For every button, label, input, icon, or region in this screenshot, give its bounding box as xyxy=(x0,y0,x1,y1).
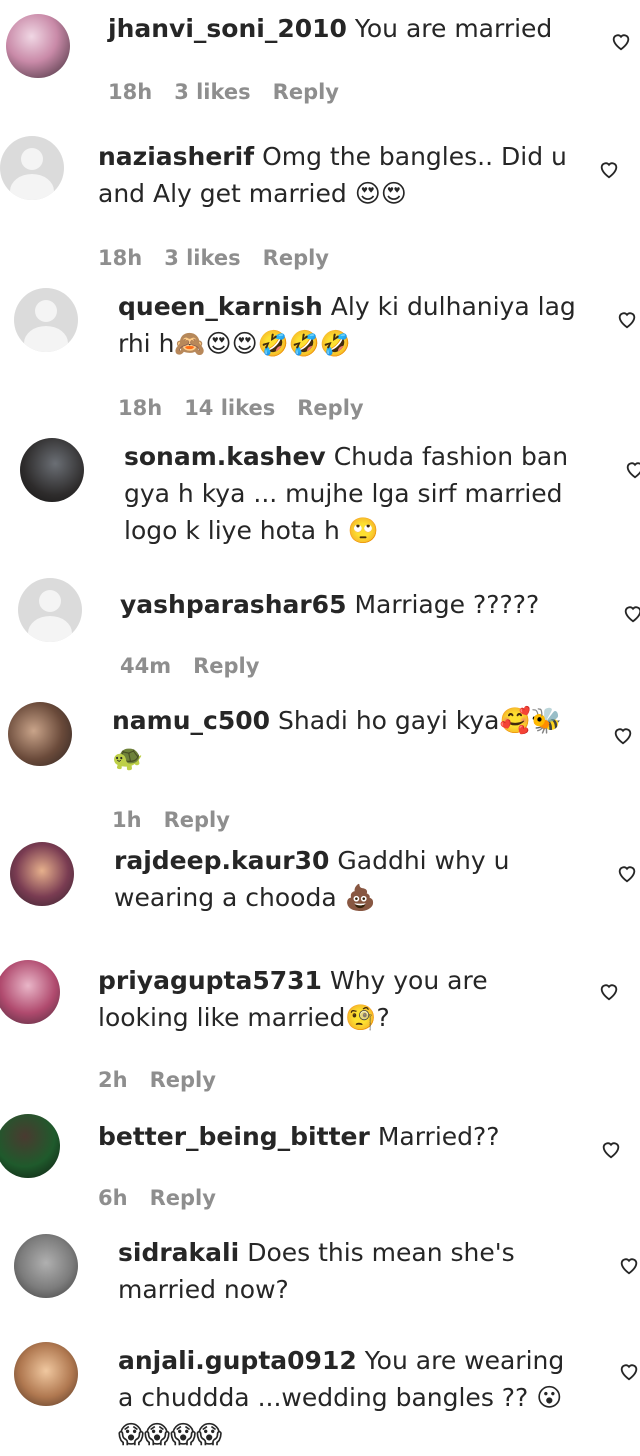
comment-meta: 44m Reply xyxy=(120,654,281,678)
comment-body: rajdeep.kaur30 Gaddhi why u wearing a cho… xyxy=(114,842,574,916)
heart-icon[interactable] xyxy=(622,602,640,624)
heart-icon[interactable] xyxy=(598,158,620,180)
comment-body: sidrakali Does this mean she's married no… xyxy=(118,1234,538,1308)
default-avatar-icon[interactable] xyxy=(0,136,64,200)
reply-button[interactable]: Reply xyxy=(150,1186,216,1210)
heart-icon[interactable] xyxy=(600,1138,622,1160)
comment-item: queen_karnish Aly ki dulhaniya lag rhi h🙈… xyxy=(0,286,640,436)
comment-item: anjali.gupta0912 You are wearing a chuddd… xyxy=(0,1340,640,1456)
comment-time: 18h xyxy=(118,396,163,420)
comment-meta: 2h Reply xyxy=(98,1068,238,1092)
comment-item: jhanvi_soni_2010 You are married 18h 3 lik… xyxy=(0,0,640,120)
comment-body: yashparashar65 Marriage ????? xyxy=(120,586,580,623)
comment-meta: 18h 14 likes Reply xyxy=(118,396,386,420)
comment-meta: 1h Reply xyxy=(112,808,252,832)
comment-body: queen_karnish Aly ki dulhaniya lag rhi h🙈… xyxy=(118,288,578,362)
comment-username[interactable]: anjali.gupta0912 xyxy=(118,1346,357,1375)
comment-likes[interactable]: 3 likes xyxy=(164,246,240,270)
avatar[interactable] xyxy=(6,14,70,78)
comment-username[interactable]: naziasherif xyxy=(98,142,254,171)
comment-item: better_being_bitter Married?? 6h Reply xyxy=(0,1106,640,1216)
comment-time: 18h xyxy=(108,80,153,104)
avatar[interactable] xyxy=(14,1234,78,1298)
avatar[interactable] xyxy=(10,842,74,906)
comment-item: yashparashar65 Marriage ????? 44m Reply xyxy=(0,578,640,688)
comment-body: anjali.gupta0912 You are wearing a chuddd… xyxy=(118,1342,578,1453)
comment-time: 44m xyxy=(120,654,172,678)
heart-icon[interactable] xyxy=(598,980,620,1002)
comment-item: sonam.kashev Chuda fashion ban gya h kya … xyxy=(0,436,640,566)
default-avatar-icon[interactable] xyxy=(18,578,82,642)
comment-time: 18h xyxy=(98,246,143,270)
default-avatar-icon[interactable] xyxy=(14,288,78,352)
comment-item: priyagupta5731 Why you are looking like m… xyxy=(0,958,640,1098)
comment-username[interactable]: priyagupta5731 xyxy=(98,966,322,995)
heart-icon[interactable] xyxy=(612,724,634,746)
comment-text: You are married xyxy=(354,14,553,43)
heart-icon[interactable] xyxy=(618,1360,640,1382)
comment-meta: 6h Reply xyxy=(98,1186,238,1210)
comment-username[interactable]: better_being_bitter xyxy=(98,1122,370,1151)
heart-icon[interactable] xyxy=(616,862,638,884)
heart-icon[interactable] xyxy=(610,30,632,52)
reply-button[interactable]: Reply xyxy=(263,246,329,270)
reply-button[interactable]: Reply xyxy=(150,1068,216,1092)
comment-time: 1h xyxy=(112,808,142,832)
comment-time: 6h xyxy=(98,1186,128,1210)
comment-item: naziasherif Omg the bangles.. Did u and A… xyxy=(0,128,640,278)
avatar[interactable] xyxy=(14,1342,78,1406)
comment-body: naziasherif Omg the bangles.. Did u and A… xyxy=(98,138,578,212)
heart-icon[interactable] xyxy=(618,1254,640,1276)
heart-icon[interactable] xyxy=(624,458,640,480)
comment-meta: 18h 3 likes Reply xyxy=(98,246,351,270)
reply-button[interactable]: Reply xyxy=(164,808,230,832)
comment-body: priyagupta5731 Why you are looking like m… xyxy=(98,962,578,1036)
comment-username[interactable]: rajdeep.kaur30 xyxy=(114,846,329,875)
avatar[interactable] xyxy=(0,1114,60,1178)
comment-username[interactable]: namu_c500 xyxy=(112,706,270,735)
reply-button[interactable]: Reply xyxy=(273,80,339,104)
comment-item: namu_c500 Shadi ho gayi kya🥰🐝 🐢 1h Reply xyxy=(0,700,640,832)
heart-icon[interactable] xyxy=(616,308,638,330)
comment-text: Married?? xyxy=(377,1122,500,1151)
avatar[interactable] xyxy=(0,960,60,1024)
comment-body: sonam.kashev Chuda fashion ban gya h kya … xyxy=(124,438,584,549)
comment-item: rajdeep.kaur30 Gaddhi why u wearing a cho… xyxy=(0,836,640,956)
comment-text: Marriage ????? xyxy=(354,590,540,619)
comment-username[interactable]: yashparashar65 xyxy=(120,590,346,619)
comment-item: sidrakali Does this mean she's married no… xyxy=(0,1232,640,1332)
comment-username[interactable]: jhanvi_soni_2010 xyxy=(108,14,347,43)
comment-username[interactable]: queen_karnish xyxy=(118,292,323,321)
comment-time: 2h xyxy=(98,1068,128,1092)
reply-button[interactable]: Reply xyxy=(193,654,259,678)
comment-likes[interactable]: 3 likes xyxy=(174,80,250,104)
comment-body: better_being_bitter Married?? xyxy=(98,1118,578,1155)
comment-body: jhanvi_soni_2010 You are married xyxy=(108,10,588,47)
avatar[interactable] xyxy=(20,438,84,502)
comment-body: namu_c500 Shadi ho gayi kya🥰🐝 🐢 xyxy=(112,702,582,776)
reply-button[interactable]: Reply xyxy=(297,396,363,420)
avatar[interactable] xyxy=(8,702,72,766)
comment-username[interactable]: sonam.kashev xyxy=(124,442,326,471)
comment-meta: 18h 3 likes Reply xyxy=(108,80,361,104)
comment-username[interactable]: sidrakali xyxy=(118,1238,239,1267)
comment-likes[interactable]: 14 likes xyxy=(184,396,275,420)
